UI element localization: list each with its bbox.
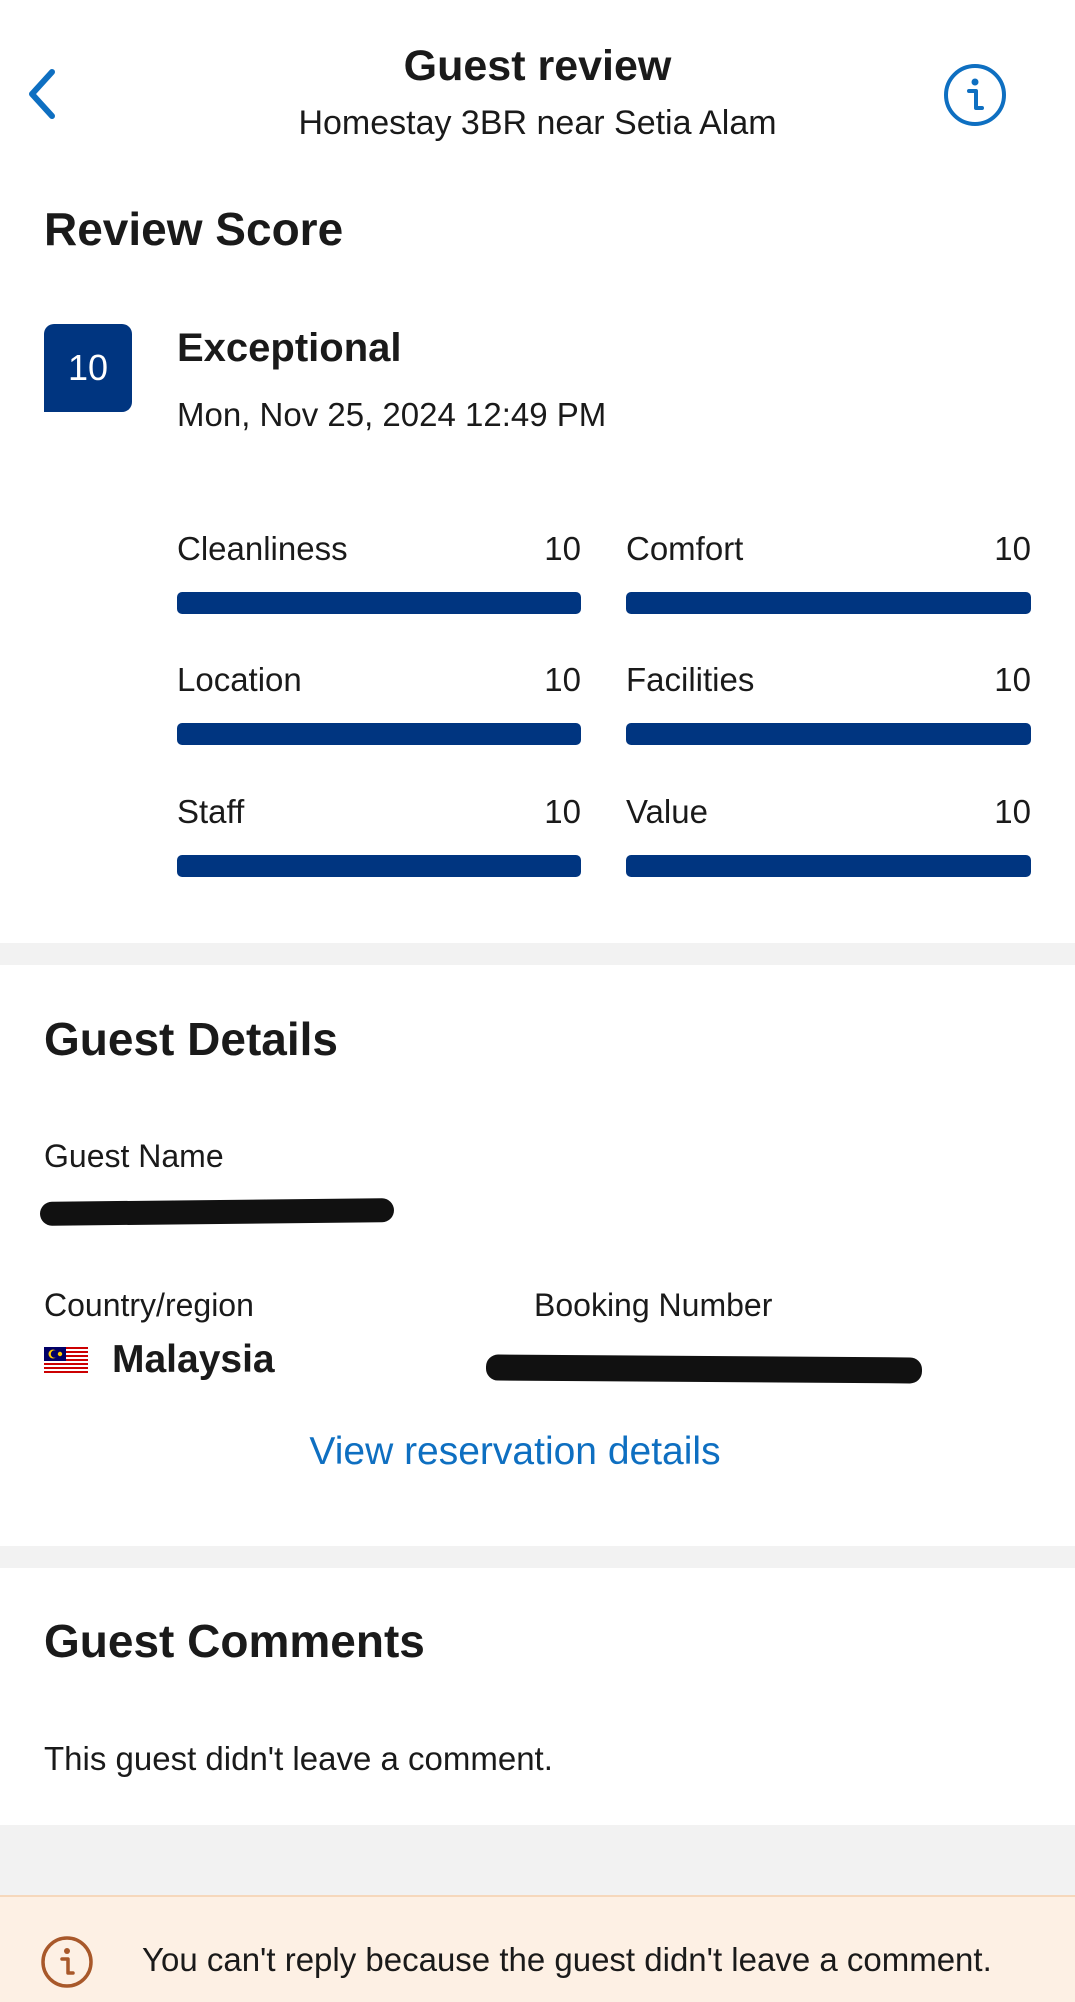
- category-bar-cleanliness: [177, 592, 581, 614]
- category-value-facilities: 10: [994, 661, 1031, 698]
- country-value: Malaysia: [112, 1338, 275, 1381]
- malaysia-flag-icon: [44, 1347, 88, 1375]
- booking-number-redacted: [485, 1354, 923, 1384]
- guest-details-heading: Guest Details: [44, 1013, 338, 1065]
- info-icon: [944, 64, 1006, 126]
- section-divider: [0, 943, 1075, 965]
- info-icon: [40, 1935, 94, 1989]
- category-value-cleanliness: 10: [544, 530, 581, 567]
- bar-fill: [177, 592, 581, 614]
- bar-fill: [626, 723, 1031, 745]
- bar-fill: [626, 855, 1031, 877]
- guest-name-redacted: [39, 1198, 395, 1226]
- category-value-staff: 10: [544, 793, 581, 830]
- review-score-heading: Review Score: [44, 203, 344, 255]
- bar-fill: [626, 592, 1031, 614]
- rating-word: Exceptional: [177, 326, 402, 370]
- category-label-comfort: Comfort: [626, 530, 744, 567]
- info-button[interactable]: [942, 62, 1008, 128]
- category-bar-staff: [177, 855, 581, 877]
- category-bar-comfort: [626, 592, 1031, 614]
- review-date: Mon, Nov 25, 2024 12:49 PM: [177, 396, 607, 433]
- category-label-facilities: Facilities: [626, 661, 755, 698]
- booking-number-label: Booking Number: [534, 1287, 773, 1323]
- category-value-location: 10: [544, 661, 581, 698]
- guest-comment-text: This guest didn't leave a comment.: [44, 1740, 553, 1777]
- guest-comments-heading: Guest Comments: [44, 1615, 425, 1667]
- bar-fill: [177, 855, 581, 877]
- category-value-comfort: 10: [994, 530, 1031, 567]
- category-label-staff: Staff: [177, 793, 245, 830]
- property-name: Homestay 3BR near Setia Alam: [298, 104, 777, 142]
- category-label-value: Value: [626, 793, 708, 830]
- guest-name-label: Guest Name: [44, 1138, 224, 1174]
- category-label-cleanliness: Cleanliness: [177, 530, 348, 567]
- category-value-value: 10: [994, 793, 1031, 830]
- bar-fill: [177, 723, 581, 745]
- view-reservation-details-link[interactable]: View reservation details: [0, 1430, 1030, 1474]
- section-divider: [0, 1825, 1075, 1895]
- section-divider: [0, 1546, 1075, 1568]
- category-bar-value: [626, 855, 1031, 877]
- category-bar-facilities: [626, 723, 1031, 745]
- country-label: Country/region: [44, 1287, 254, 1323]
- page-title: Guest review: [403, 42, 672, 90]
- reply-notice-text: You can't reply because the guest didn't…: [142, 1941, 992, 1978]
- score-badge: 10: [44, 324, 132, 412]
- category-label-location: Location: [177, 661, 302, 698]
- category-bar-location: [177, 723, 581, 745]
